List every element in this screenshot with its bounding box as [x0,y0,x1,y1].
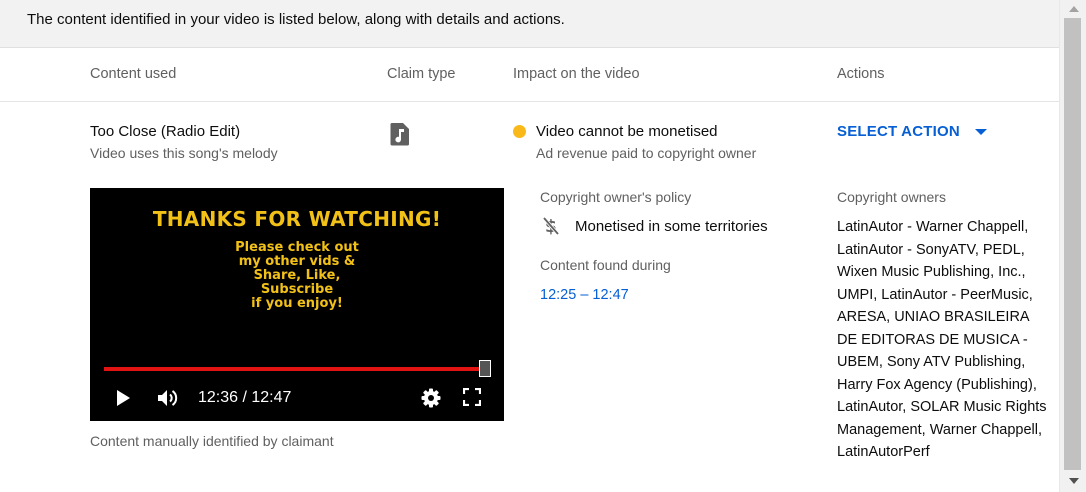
policy-label: Copyright owner's policy [540,189,692,205]
column-header-impact: Impact on the video [513,66,640,82]
content-title: Too Close (Radio Edit) [90,123,241,140]
video-heading: THANKS FOR WATCHING! [152,207,442,231]
video-message-line: Subscribe [260,282,334,297]
gear-icon[interactable] [421,388,441,408]
status-dot [513,125,526,138]
time-display: 12:36 / 12:47 [198,389,292,406]
copyright-owners-label: Copyright owners [837,189,946,205]
copyright-owners-list: LatinAutor - Warner Chappell, LatinAutor… [837,219,1047,460]
no-money-icon: $ [542,216,560,236]
video-player[interactable]: THANKS FOR WATCHING! Please check out my… [90,188,504,421]
scroll-up-arrow-icon[interactable] [1069,6,1079,12]
vertical-scrollbar[interactable] [1059,0,1086,492]
content-subtitle: Video uses this song's melody [90,145,278,161]
volume-icon[interactable] [156,388,180,408]
column-header-content-used: Content used [90,66,177,82]
column-header-claim-type: Claim type [387,66,456,82]
impact-detail: Ad revenue paid to copyright owner [536,145,757,161]
fullscreen-icon[interactable] [463,388,481,406]
banner-text: The content identified in your video is … [27,11,565,28]
music-note-icon [390,123,409,146]
video-message: Please check out my other vids & Share, … [90,241,504,311]
scrollbar-thumb[interactable] [1064,18,1081,470]
scrubber-handle[interactable] [479,360,491,377]
progress-bar[interactable] [104,367,484,371]
video-message-line: Share, Like, [253,268,341,283]
play-icon[interactable] [114,388,132,408]
select-action-label: SELECT ACTION [837,123,960,140]
video-message-line: if you enjoy! [251,296,343,311]
video-message-line: my other vids & [238,254,356,269]
identification-note: Content manually identified by claimant [90,433,334,449]
scroll-down-arrow-icon[interactable] [1069,478,1079,484]
chevron-down-icon [974,128,987,135]
found-time-range-link[interactable]: 12:25 – 12:47 [540,287,629,303]
info-banner: The content identified in your video is … [0,0,1059,48]
video-message-line: Please check out [235,240,359,255]
column-header-actions: Actions [837,66,885,82]
policy-value: Monetised in some territories [575,218,768,235]
impact-status: Video cannot be monetised [536,123,718,140]
found-during-label: Content found during [540,257,671,273]
select-action-button[interactable]: SELECT ACTION [837,123,987,140]
header-divider [0,101,1059,102]
